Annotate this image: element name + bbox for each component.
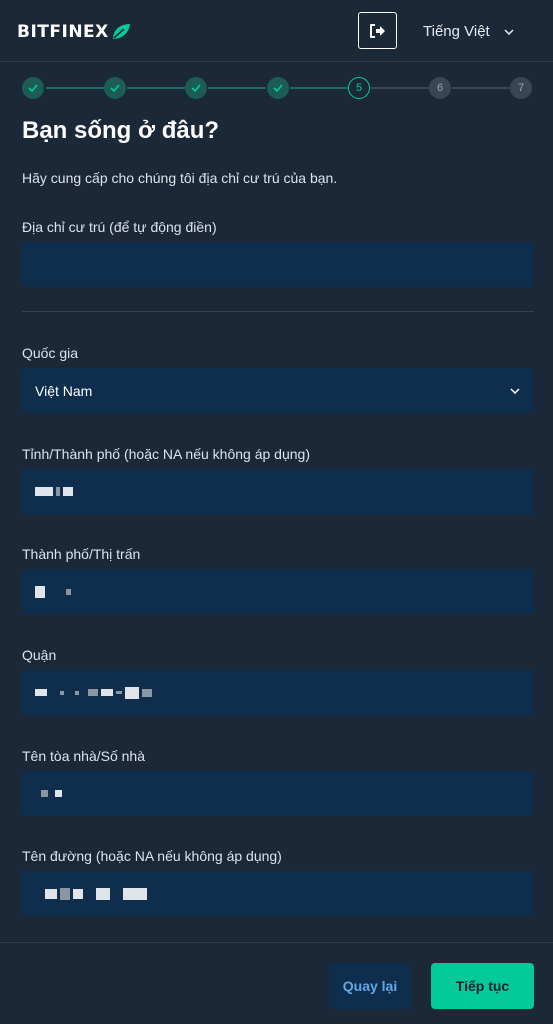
step-connector	[46, 87, 104, 89]
leaf-icon	[112, 24, 130, 39]
street-input[interactable]	[22, 871, 534, 916]
page-title: Bạn sống ở đâu?	[22, 117, 220, 144]
country-select[interactable]: Việt Nam	[22, 368, 534, 413]
building-label: Tên tòa nhà/Số nhà	[22, 748, 145, 764]
step-connector	[127, 87, 185, 89]
district-label: Quận	[22, 647, 57, 663]
redacted-value	[35, 887, 150, 900]
bitfinex-logo[interactable]: BITFINEX	[17, 22, 131, 42]
check-icon	[28, 84, 38, 92]
check-icon	[273, 84, 283, 92]
language-selector[interactable]: Tiếng Việt	[423, 23, 514, 40]
page-subtitle: Hãy cung cấp cho chúng tôi địa chỉ cư tr…	[22, 170, 338, 186]
step-2	[104, 77, 126, 99]
redacted-value	[35, 686, 155, 699]
redacted-value	[35, 790, 65, 797]
step-3	[185, 77, 207, 99]
street-label: Tên đường (hoặc NA nếu không áp dụng)	[22, 848, 282, 864]
step-connector	[290, 87, 348, 89]
logout-icon	[369, 23, 385, 38]
country-value: Việt Nam	[35, 382, 93, 399]
step-1	[22, 77, 44, 99]
top-header: BITFINEX Tiếng Việt	[0, 0, 553, 62]
address-autofill-input[interactable]	[22, 242, 534, 287]
section-divider	[22, 311, 534, 312]
logout-button[interactable]	[358, 12, 397, 49]
address-autofill-label: Địa chỉ cư trú (để tự động điền)	[22, 219, 217, 235]
chevron-down-icon	[504, 28, 514, 35]
province-input[interactable]	[22, 469, 534, 514]
continue-button[interactable]: Tiếp tục	[431, 963, 534, 1009]
building-input[interactable]	[22, 771, 534, 816]
check-icon	[191, 84, 201, 92]
progress-stepper: 5 6 7	[0, 62, 553, 110]
chevron-down-icon	[510, 387, 520, 394]
logo-text: BITFINEX	[17, 22, 109, 42]
step-7: 7	[510, 77, 532, 99]
city-input[interactable]	[22, 569, 534, 614]
step-5: 5	[348, 77, 370, 99]
redacted-value	[35, 585, 74, 598]
city-label: Thành phố/Thị trấn	[22, 546, 141, 562]
step-connector	[208, 87, 266, 89]
redacted-value	[35, 487, 76, 496]
step-6: 6	[429, 77, 451, 99]
province-label: Tỉnh/Thành phố (hoặc NA nếu không áp dụn…	[22, 446, 310, 462]
language-label: Tiếng Việt	[423, 23, 490, 40]
step-connector	[452, 87, 510, 89]
country-label: Quốc gia	[22, 345, 79, 361]
check-icon	[110, 84, 120, 92]
district-input[interactable]	[22, 670, 534, 715]
step-4	[267, 77, 289, 99]
back-button[interactable]: Quay lại	[329, 963, 411, 1009]
step-connector	[371, 87, 429, 89]
